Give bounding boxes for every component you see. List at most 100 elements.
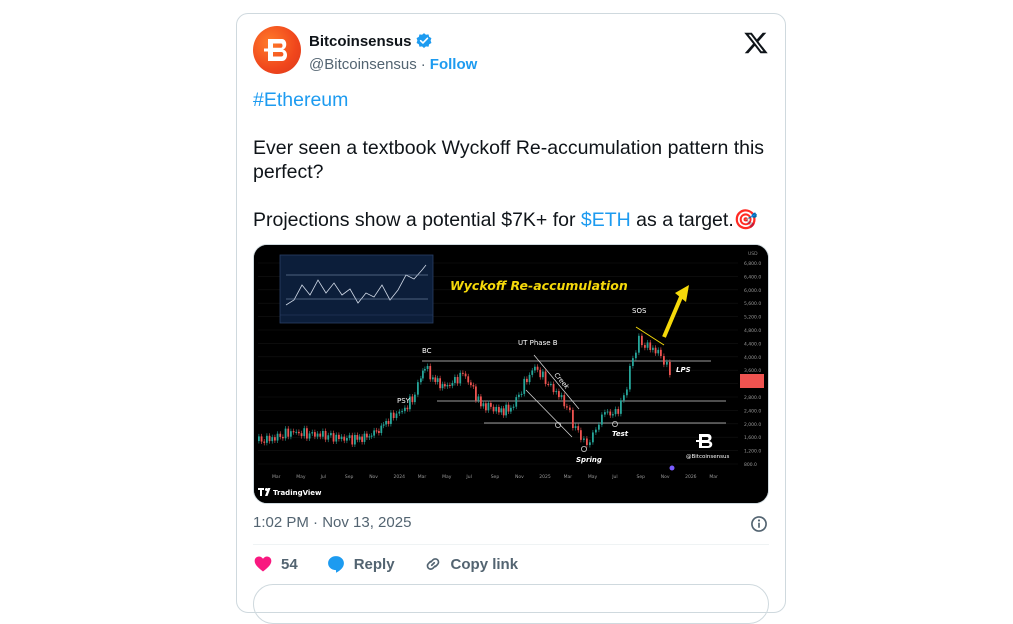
- candle-body: [268, 435, 271, 442]
- candle-body: [644, 345, 646, 348]
- candle-body: [330, 433, 332, 436]
- like-button[interactable]: 54: [253, 554, 298, 574]
- projection-text-end: as a target.: [630, 209, 734, 231]
- x-logo-icon[interactable]: [743, 30, 769, 56]
- candle-body: [660, 349, 662, 357]
- candle-body: [500, 408, 503, 413]
- candle-body: [612, 414, 614, 416]
- candle-body: [663, 356, 665, 365]
- candle-body: [390, 412, 392, 424]
- candle-body: [649, 342, 652, 350]
- time-tick-label: Sep: [345, 474, 354, 480]
- candle-body: [606, 411, 609, 413]
- follow-button[interactable]: Follow: [430, 56, 478, 73]
- candle-body: [343, 436, 346, 441]
- candle-body: [436, 378, 439, 382]
- candle-body: [604, 412, 606, 415]
- candle-body: [358, 436, 361, 440]
- candle-body: [629, 365, 631, 390]
- candle-body: [420, 378, 422, 383]
- time-tick-label: 2025: [539, 474, 551, 480]
- candle-body: [669, 361, 671, 376]
- price-tick-label: 6,800.0: [744, 261, 761, 267]
- candle-body: [322, 431, 324, 437]
- price-tick-label: 6,000.0: [744, 288, 761, 294]
- candle-body: [387, 421, 390, 424]
- time-tick-label: Mar: [564, 474, 573, 480]
- chart-title: Wyckoff Re-accumulation: [450, 278, 628, 293]
- candle-body: [641, 335, 643, 346]
- candle-body: [492, 406, 495, 412]
- candle-body: [638, 335, 640, 353]
- candle-body: [666, 361, 668, 365]
- candle-body: [382, 424, 385, 426]
- candle-body: [446, 384, 449, 387]
- hashtag-link[interactable]: #Ethereum: [253, 89, 348, 111]
- candle-body: [563, 395, 566, 407]
- info-icon[interactable]: [749, 514, 769, 534]
- candle-body: [464, 373, 467, 377]
- tweet-timestamp[interactable]: 1:02 PM · Nov 13, 2025: [253, 514, 411, 531]
- candle-body: [311, 432, 314, 434]
- price-tick-label: 1,600.0: [744, 435, 761, 441]
- footer-divider: [253, 544, 769, 545]
- price-tick-label: 5,600.0: [744, 301, 761, 307]
- label-psy: PSY: [397, 397, 411, 405]
- candle-body: [601, 414, 603, 425]
- candle-body: [290, 431, 292, 437]
- inset-thumbnail: [279, 254, 434, 324]
- candle-body: [580, 430, 582, 440]
- candle-body: [378, 430, 380, 434]
- chart-image[interactable]: Wyckoff Re-accumulation PSY BC UT Phase …: [253, 244, 769, 504]
- candle-body: [498, 406, 500, 413]
- candle-body: [632, 358, 634, 366]
- candle-body: [518, 394, 520, 398]
- candle-body: [609, 411, 612, 416]
- candle-body: [346, 438, 348, 441]
- author-display-name[interactable]: Bitcoinsensus: [309, 33, 412, 50]
- copy-link-label: Copy link: [450, 555, 519, 573]
- candle-body: [276, 433, 279, 441]
- candle-body: [332, 433, 335, 442]
- time-tick-label: Nov: [369, 474, 378, 480]
- candle-body: [589, 442, 591, 446]
- candle-body: [401, 411, 403, 413]
- time-tick-label: Mar: [418, 474, 427, 480]
- tweet-body: #Ethereum Ever seen a textbook Wyckoff R…: [253, 88, 773, 256]
- label-lps: LPS: [676, 366, 691, 374]
- candle-body: [338, 434, 340, 440]
- candle-body: [284, 428, 287, 439]
- read-replies-button[interactable]: [253, 584, 769, 624]
- candle-body: [652, 347, 654, 350]
- tweet-line-projection: Projections show a potential $7K+ for $E…: [253, 208, 773, 232]
- candle-body: [335, 434, 338, 442]
- copy-link-button[interactable]: Copy link: [423, 554, 519, 574]
- time-tick-label: May: [442, 474, 452, 480]
- reply-button[interactable]: Reply: [326, 554, 395, 574]
- usd-label: USD: [748, 251, 758, 257]
- author-handle[interactable]: @Bitcoinsensus: [309, 56, 417, 73]
- time-tick-label: Nov: [515, 474, 524, 480]
- candle-body: [512, 406, 515, 408]
- candle-body: [539, 369, 542, 378]
- candle-body: [449, 384, 451, 386]
- price-tick-label: 5,200.0: [744, 315, 761, 321]
- price-tick-label: 4,800.0: [744, 328, 761, 334]
- author-avatar[interactable]: [253, 26, 301, 74]
- time-tick-label: Mar: [709, 474, 718, 480]
- candle-body: [534, 366, 536, 371]
- candle-body: [434, 377, 437, 382]
- candle-body: [392, 412, 395, 419]
- like-count: 54: [281, 555, 298, 573]
- candle-body: [454, 377, 456, 383]
- cashtag-link[interactable]: $ETH: [581, 209, 631, 231]
- candle-body: [482, 403, 485, 407]
- candle-body: [614, 409, 617, 415]
- candle-body: [531, 370, 534, 375]
- candle-body: [577, 426, 580, 431]
- candle-body: [495, 406, 498, 412]
- candle-body: [373, 430, 375, 436]
- candle-body: [271, 437, 274, 442]
- candle-body: [444, 384, 446, 387]
- candle-body: [385, 421, 387, 425]
